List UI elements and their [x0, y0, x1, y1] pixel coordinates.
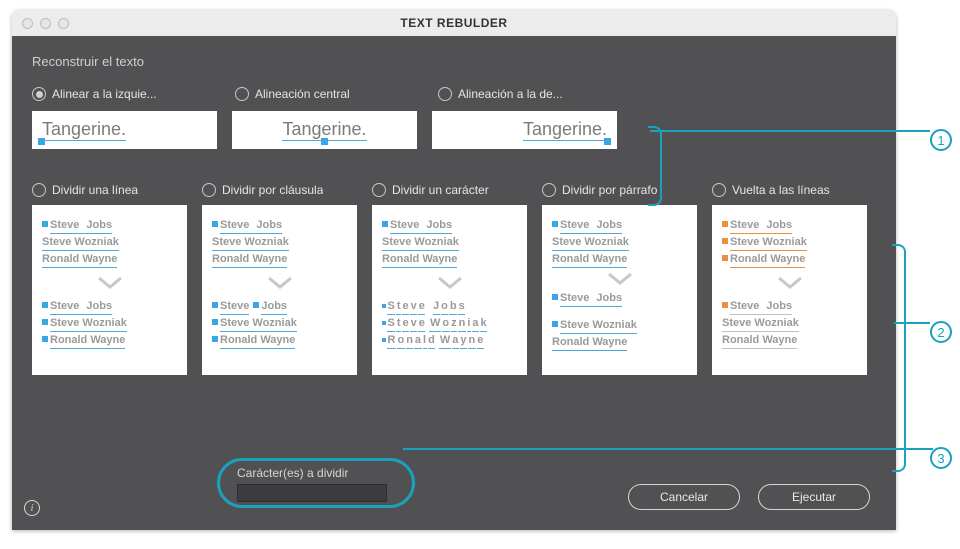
- split-col-line: Dividir una línea Steve Jobs Steve Wozni…: [32, 183, 187, 375]
- arrow-down-icon: [607, 272, 633, 286]
- window-title: TEXT REBULDER: [12, 16, 896, 30]
- radio-icon: [32, 183, 46, 197]
- sample-text: Tangerine.: [42, 119, 126, 141]
- handle-icon: [253, 302, 259, 308]
- arrow-down-icon: [97, 276, 123, 290]
- callout-leader-2: [894, 322, 930, 324]
- radio-label: Alinear a la izquie...: [52, 87, 157, 101]
- handle-icon: [42, 336, 48, 342]
- callout-bracket-1: [648, 126, 662, 206]
- radio-icon: [235, 87, 249, 101]
- after-block: Steve Jobs Steve Wozniak Ronald Wayne: [722, 298, 857, 349]
- handle-icon: [722, 302, 728, 308]
- titlebar: TEXT REBULDER: [12, 10, 896, 36]
- radio-split-paragraph[interactable]: Dividir por párrafo: [542, 183, 697, 197]
- handle-icon: [42, 319, 48, 325]
- sample-text: Tangerine.: [282, 119, 366, 141]
- radio-split-clause[interactable]: Dividir por cláusula: [202, 183, 357, 197]
- radio-icon: [372, 183, 386, 197]
- handle-icon: [552, 294, 558, 300]
- callout-3: 3: [930, 447, 952, 469]
- radio-icon: [542, 183, 556, 197]
- split-section: Dividir una línea Steve Jobs Steve Wozni…: [32, 183, 876, 375]
- radio-label: Dividir una línea: [52, 183, 138, 197]
- preview-align-left: Tangerine.: [32, 111, 217, 149]
- radio-label: Dividir un carácter: [392, 183, 489, 197]
- split-options: Dividir una línea Steve Jobs Steve Wozni…: [32, 183, 876, 375]
- footer-buttons: Cancelar Ejecutar: [628, 484, 870, 510]
- preview-split-line: Steve Jobs Steve Wozniak Ronald Wayne St…: [32, 205, 187, 375]
- handle-icon: [722, 221, 728, 227]
- radio-icon: [438, 87, 452, 101]
- callout-1: 1: [930, 129, 952, 151]
- handle-icon: [212, 336, 218, 342]
- char-split-label: Carácter(es) a dividir: [237, 466, 387, 480]
- handle-icon: [722, 238, 728, 244]
- after-block: Steve Jobs Steve Wozniak Ronald Wayne: [42, 298, 177, 349]
- handle-icon: [321, 138, 328, 145]
- char-split-field: Carácter(es) a dividir: [237, 466, 387, 502]
- radio-label: Vuelta a las líneas: [732, 183, 830, 197]
- split-col-paragraph: Dividir por párrafo Steve Jobs Steve Woz…: [542, 183, 697, 375]
- before-block: Steve Jobs Steve Wozniak Ronald Wayne: [722, 217, 857, 268]
- radio-split-char[interactable]: Dividir un carácter: [372, 183, 527, 197]
- radio-icon: [202, 183, 216, 197]
- before-block: Steve Jobs Steve Wozniak Ronald Wayne: [42, 217, 177, 268]
- callout-2: 2: [930, 321, 952, 343]
- radio-icon: [32, 87, 46, 101]
- char-split-input[interactable]: [237, 484, 387, 502]
- page-title: Reconstruir el texto: [32, 54, 876, 69]
- preview-align-center: Tangerine.: [232, 111, 417, 149]
- handle-icon: [212, 302, 218, 308]
- radio-label: Alineación a la de...: [458, 87, 563, 101]
- preview-align-right: Tangerine.: [432, 111, 617, 149]
- preview-split-char: Steve Jobs Steve Wozniak Ronald Wayne St…: [372, 205, 527, 375]
- preview-split-paragraph: Steve Jobs Steve Wozniak Ronald Wayne St…: [542, 205, 697, 375]
- info-icon[interactable]: i: [24, 500, 40, 516]
- radio-align-right[interactable]: Alineación a la de...: [438, 87, 623, 101]
- sample-text: Tangerine.: [523, 119, 607, 141]
- cancel-button[interactable]: Cancelar: [628, 484, 740, 510]
- run-button[interactable]: Ejecutar: [758, 484, 870, 510]
- handle-icon: [552, 221, 558, 227]
- radio-split-backlines[interactable]: Vuelta a las líneas: [712, 183, 867, 197]
- handle-icon: [38, 138, 45, 145]
- handle-icon: [382, 221, 388, 227]
- split-col-char: Dividir un carácter Steve Jobs Steve Woz…: [372, 183, 527, 375]
- arrow-down-icon: [437, 276, 463, 290]
- after-block: Steve Jobs Steve Wozniak Ronald Wayne: [552, 290, 687, 351]
- radio-split-line[interactable]: Dividir una línea: [32, 183, 187, 197]
- handle-icon: [42, 302, 48, 308]
- radio-align-left[interactable]: Alinear a la izquie...: [32, 87, 217, 101]
- dialog-window: TEXT REBULDER Reconstruir el texto Aline…: [12, 10, 896, 530]
- dialog-body: Reconstruir el texto Alinear a la izquie…: [12, 36, 896, 530]
- arrow-down-icon: [777, 276, 803, 290]
- radio-icon: [712, 183, 726, 197]
- callout-leader-1: [650, 130, 930, 132]
- radio-label: Dividir por cláusula: [222, 183, 323, 197]
- after-block: SteveJobs Steve Wozniak Ronald Wayne: [212, 298, 347, 349]
- before-block: Steve Jobs Steve Wozniak Ronald Wayne: [382, 217, 517, 268]
- handle-icon: [212, 221, 218, 227]
- callout-bracket-2: [892, 244, 906, 472]
- before-block: Steve Jobs Steve Wozniak Ronald Wayne: [552, 217, 687, 268]
- radio-align-center[interactable]: Alineación central: [235, 87, 420, 101]
- handle-icon: [604, 138, 611, 145]
- preview-split-clause: Steve Jobs Steve Wozniak Ronald Wayne St…: [202, 205, 357, 375]
- before-block: Steve Jobs Steve Wozniak Ronald Wayne: [212, 217, 347, 268]
- after-block: Steve Jobs Steve Wozniak Ronald Wayne: [382, 298, 517, 349]
- handle-icon: [212, 319, 218, 325]
- arrow-down-icon: [267, 276, 293, 290]
- radio-label: Dividir por párrafo: [562, 183, 657, 197]
- split-col-clause: Dividir por cláusula Steve Jobs Steve Wo…: [202, 183, 357, 375]
- handle-icon: [722, 255, 728, 261]
- handle-icon: [42, 221, 48, 227]
- align-options: Alinear a la izquie... Alineación centra…: [32, 87, 876, 101]
- handle-icon: [552, 321, 558, 327]
- callout-leader-3: [403, 448, 933, 450]
- radio-label: Alineación central: [255, 87, 350, 101]
- preview-split-backlines: Steve Jobs Steve Wozniak Ronald Wayne St…: [712, 205, 867, 375]
- split-col-backlines: Vuelta a las líneas Steve Jobs Steve Woz…: [712, 183, 867, 375]
